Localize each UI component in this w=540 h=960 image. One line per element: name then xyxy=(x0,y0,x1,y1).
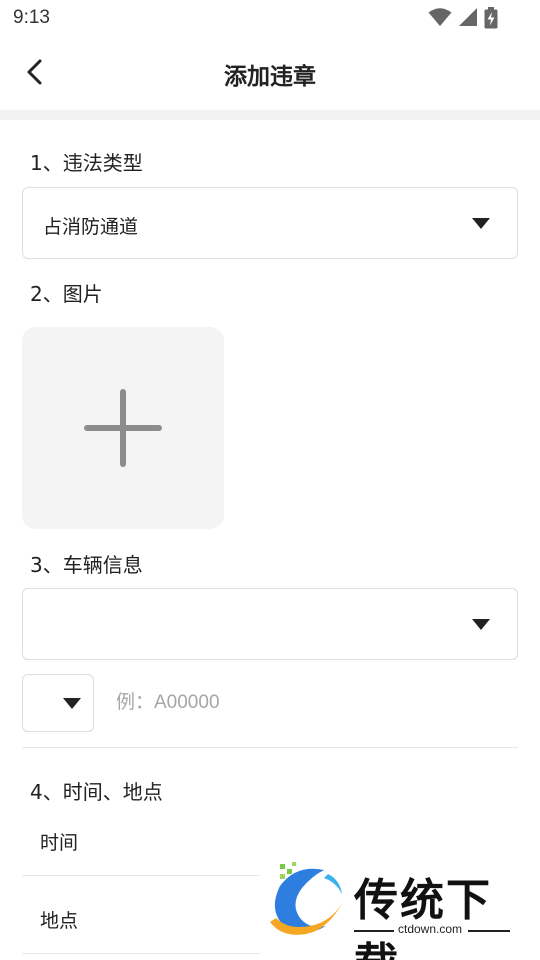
header-divider xyxy=(0,110,540,120)
status-bar: 9:13 xyxy=(0,0,540,36)
watermark-rule-right xyxy=(468,930,510,932)
dropdown-triangle-icon xyxy=(472,619,490,630)
app-bar: 添加违章 xyxy=(0,36,540,110)
divider xyxy=(22,747,518,748)
page-title: 添加违章 xyxy=(224,64,316,90)
dropdown-triangle-icon xyxy=(63,698,81,709)
status-time: 9:13 xyxy=(13,7,50,28)
signal-icon xyxy=(459,8,477,26)
vehicle-info-label: 3、车辆信息 xyxy=(30,553,143,577)
divider xyxy=(22,875,260,876)
time-field[interactable]: 时间 xyxy=(40,828,78,855)
battery-charging-icon xyxy=(484,7,498,29)
watermark-domain: ctdown.com xyxy=(398,922,463,936)
divider xyxy=(22,953,260,954)
violation-type-label: 1、违法类型 xyxy=(30,151,143,175)
status-icons xyxy=(428,7,500,29)
time-place-label: 4、时间、地点 xyxy=(30,780,163,804)
wifi-icon xyxy=(428,8,452,26)
plate-prefix-select[interactable] xyxy=(22,674,94,732)
watermark: 传统下载 ctdown.com xyxy=(266,860,516,960)
plate-number-input[interactable] xyxy=(110,680,510,726)
violation-type-select[interactable]: 占消防通道 xyxy=(22,187,518,259)
watermark-logo-icon xyxy=(270,862,344,935)
violation-type-value: 占消防通道 xyxy=(43,216,139,238)
plus-icon xyxy=(84,389,162,467)
watermark-rule-left xyxy=(354,930,394,932)
vehicle-select[interactable] xyxy=(22,588,518,660)
images-label: 2、图片 xyxy=(30,282,103,306)
watermark-name: 传统下载 xyxy=(354,875,492,960)
add-image-button[interactable] xyxy=(22,327,224,529)
dropdown-triangle-icon xyxy=(472,218,490,229)
place-field[interactable]: 地点 xyxy=(40,906,78,933)
